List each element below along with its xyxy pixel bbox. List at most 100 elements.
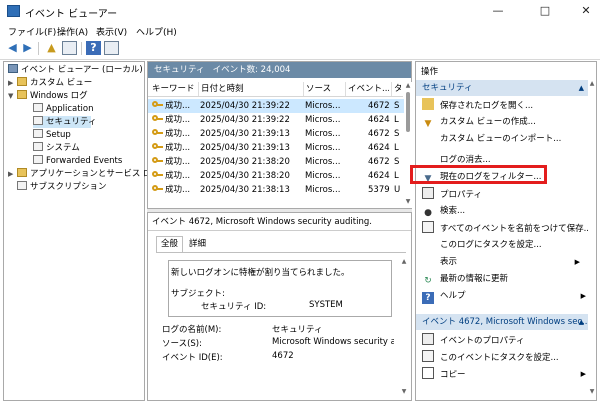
properties-icon [422, 187, 434, 199]
event-viewer-icon [7, 5, 20, 17]
menu-help[interactable]: ヘルプ(H) [136, 25, 177, 38]
scroll-up-arrow-icon[interactable]: ▲ [400, 258, 408, 266]
forward-arrow-icon[interactable]: ▶ [20, 41, 35, 55]
tree-root-label: イベント ビューアー (ローカル) [21, 65, 143, 75]
event-id-value: 4672 [272, 351, 294, 361]
scroll-thumb[interactable] [406, 92, 410, 132]
actions-list-1: 保存されたログを開く... ▼ カスタム ビューの作成... カスタム ビューのイ… [416, 98, 592, 318]
collapse-up-icon[interactable]: ▲ [579, 314, 584, 330]
source-cell: Micros... [305, 185, 341, 195]
action-event-properties[interactable]: イベントのプロパティ [422, 333, 525, 347]
tree-item-app-service-logs[interactable]: ▶ アプリケーションとサービス ログ [8, 168, 160, 180]
table-row[interactable]: 成功... 2025/04/30 21:38:20 Micros... 4672… [148, 155, 408, 169]
folder-icon [17, 77, 27, 86]
column-event-id[interactable]: イベント... [345, 82, 389, 96]
task-cell: S [394, 157, 400, 167]
action-save-all-events[interactable]: すべてのイベントを名前をつけて保存... [422, 221, 592, 235]
detail-scrollbar[interactable]: ▲ ▼ [400, 258, 408, 398]
minimize-button[interactable]: — [490, 3, 506, 19]
table-row[interactable]: 成功... 2025/04/30 21:38:20 Micros... 4624… [148, 169, 408, 183]
event-id-cell: 5379 [368, 185, 390, 195]
tree-item-setup[interactable]: Setup [33, 129, 71, 141]
scroll-up-arrow-icon[interactable]: ▲ [404, 82, 412, 90]
action-find[interactable]: ● 検索... [422, 204, 465, 218]
log-icon [33, 116, 43, 125]
column-source[interactable]: ソース [303, 82, 343, 96]
key-icon [152, 171, 163, 179]
action-open-saved-log[interactable]: 保存されたログを開く... [422, 98, 533, 112]
action-refresh[interactable]: ↻ 最新の情報に更新 [422, 272, 508, 286]
tree-root[interactable]: イベント ビューアー (ローカル) [8, 64, 143, 76]
datetime-cell: 2025/04/30 21:39:22 [200, 115, 290, 125]
chevron-right-icon[interactable]: ▶ [8, 168, 17, 180]
help-icon[interactable]: ? [86, 41, 101, 55]
table-row[interactable]: 成功... 2025/04/30 21:39:13 Micros... 4672… [148, 127, 408, 141]
tab-general[interactable]: 全般 [156, 236, 184, 252]
action-import-custom-view[interactable]: カスタム ビューのインポート... [440, 132, 561, 146]
chevron-right-icon: ▶ [580, 292, 586, 300]
column-datetime[interactable]: 日付と時刻 [198, 82, 298, 96]
tree-item-application[interactable]: Application [33, 103, 94, 115]
event-detail-title: イベント 4672, Microsoft Windows security au… [152, 217, 372, 227]
actions-section-security[interactable]: セキュリティ ▲ [416, 80, 588, 96]
menu-view[interactable]: 表示(V) [96, 25, 127, 38]
action-properties[interactable]: プロパティ [422, 187, 482, 201]
action-copy[interactable]: コピー ▶ [422, 367, 586, 381]
actions-scrollbar[interactable]: ▲ ▼ [588, 80, 596, 398]
toolbar-divider [38, 42, 39, 55]
log-name: セキュリティ [154, 65, 205, 75]
show-tree-icon[interactable] [62, 41, 77, 55]
highlight-annotation-box [410, 165, 547, 184]
action-help[interactable]: ? ヘルプ ▶ [422, 289, 586, 304]
keyword-cell: 成功... [152, 141, 190, 155]
source-label: ソース(S): [162, 339, 202, 349]
table-row[interactable]: 成功... 2025/04/30 21:39:13 Micros... 4624… [148, 141, 408, 155]
action-view[interactable]: 表示 ▶ [440, 255, 580, 269]
scroll-down-arrow-icon[interactable]: ▼ [400, 388, 408, 396]
tree-item-forwarded-events[interactable]: Forwarded Events [33, 155, 122, 167]
tree-item-label: Application [46, 104, 94, 114]
log-icon [17, 181, 27, 190]
log-icon [33, 129, 43, 138]
tree-item-security[interactable]: セキュリティ [33, 116, 97, 128]
tree-item-system[interactable]: システム [33, 142, 80, 154]
scroll-up-arrow-icon[interactable]: ▲ [588, 80, 596, 88]
close-button[interactable]: ✕ [578, 3, 594, 19]
section-label: セキュリティ [422, 83, 473, 93]
event-message-box[interactable]: 新しいログオンに特権が割り当てられました。 サブジェクト: セキュリティ ID:… [168, 260, 392, 317]
chevron-right-icon: ▶ [574, 258, 580, 266]
table-row[interactable]: 成功... 2025/04/30 21:39:22 Micros... 4624… [148, 113, 408, 127]
actions-title: 操作 [421, 67, 439, 77]
show-action-pane-icon[interactable] [104, 41, 119, 55]
action-attach-task[interactable]: このログにタスクを設定... [440, 238, 542, 252]
tree-item-subscriptions[interactable]: サブスクリプション [17, 181, 107, 193]
scroll-down-arrow-icon[interactable]: ▼ [588, 388, 596, 396]
menu-file[interactable]: ファイル(F) [8, 25, 56, 38]
column-keyword[interactable]: キーワード [152, 82, 196, 96]
event-list-scrollbar[interactable]: ▲ ▼ [404, 82, 412, 208]
collapse-up-icon[interactable]: ▲ [579, 80, 584, 96]
event-count: イベント数: 24,004 [212, 65, 291, 75]
up-folder-icon[interactable]: ▲ [44, 41, 59, 55]
chevron-right-icon: ▶ [580, 370, 586, 378]
source-cell: Micros... [305, 129, 341, 139]
tree-item-windows-logs[interactable]: ▼ Windows ログ [8, 90, 88, 102]
keyword-cell: 成功... [152, 127, 190, 141]
action-create-custom-view[interactable]: ▼ カスタム ビューの作成... [422, 115, 536, 129]
tab-details[interactable]: 詳細 [184, 236, 212, 252]
chevron-right-icon[interactable]: ▶ [8, 77, 17, 89]
keyword-cell: 成功... [152, 169, 190, 183]
maximize-button[interactable]: □ [537, 3, 553, 19]
scroll-down-arrow-icon[interactable]: ▼ [404, 198, 412, 206]
menu-action[interactable]: 操作(A) [57, 25, 88, 38]
column-task[interactable]: タ [391, 82, 401, 96]
actions-section-event[interactable]: イベント 4672, Microsoft Windows sec... ▲ [416, 314, 588, 330]
table-row[interactable]: 成功... 2025/04/30 21:39:22 Micros... 4672… [148, 99, 408, 113]
back-arrow-icon[interactable]: ◀ [5, 41, 20, 55]
table-row[interactable]: 成功... 2025/04/30 21:38:13 Micros... 5379… [148, 183, 408, 197]
action-attach-task-event[interactable]: このイベントにタスクを設定... [422, 350, 559, 364]
tree-item-label: Forwarded Events [46, 156, 123, 166]
tree-item-custom-views[interactable]: ▶ カスタム ビュー [8, 77, 92, 89]
chevron-down-icon[interactable]: ▼ [8, 90, 17, 102]
keyword-cell: 成功... [152, 99, 190, 113]
